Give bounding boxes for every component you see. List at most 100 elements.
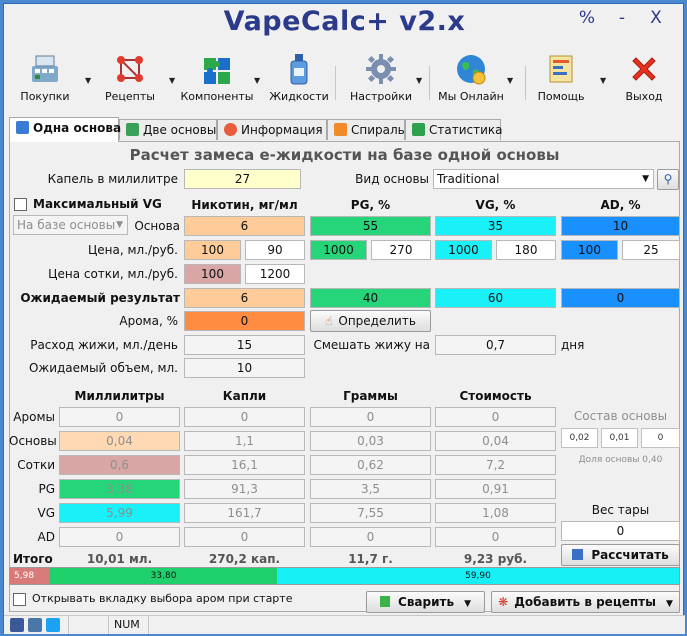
vg-price-rub-input[interactable]: 180 (496, 240, 556, 260)
chevron-down-icon[interactable]: ▼ (85, 76, 91, 85)
chevron-down-icon[interactable]: ▼ (507, 76, 513, 85)
page-heading: Расчет замеса е-жидкости на базе одной о… (129, 146, 560, 164)
lifebuoy-icon (224, 123, 237, 136)
brew-button[interactable]: Сварить ▼ (366, 591, 485, 613)
aroma-percent-input[interactable]: 0 (184, 311, 305, 331)
toolbar-purchases[interactable]: Покупки (13, 52, 77, 110)
total-grams: 11,7 г. (348, 552, 393, 566)
status-divider (108, 616, 109, 634)
result-ad-input[interactable]: 0 (561, 288, 680, 308)
drops-per-ml-label: Капель в милилитре (47, 172, 178, 186)
globe-icon (457, 55, 486, 85)
hundred-price-rub-input[interactable]: 1200 (245, 264, 305, 284)
base-nicotine-input[interactable]: 6 (184, 216, 305, 236)
result-pg-input[interactable]: 40 (310, 288, 431, 308)
table-row-label: AD (37, 530, 55, 544)
col-milliliters: Миллилитры (74, 389, 165, 403)
composition-value: 0,02 (561, 428, 598, 448)
table-cell: 0,03 (310, 431, 431, 451)
base-mode-select[interactable]: На базе основы ▼ (13, 215, 128, 235)
chevron-down-icon: ▼ (116, 220, 123, 230)
tab-information[interactable]: Информация (217, 119, 327, 140)
consumption-input[interactable]: 15 (184, 335, 305, 355)
col-grams: Граммы (343, 389, 398, 403)
table-cell: 0 (184, 527, 305, 547)
toolbar-liquids[interactable]: Жидкости (267, 52, 331, 110)
hundred-price-ml-input[interactable]: 100 (184, 264, 241, 284)
price-row-label: Цена, мл./руб. (87, 243, 178, 257)
result-vg-input[interactable]: 60 (435, 288, 556, 308)
drops-per-ml-input[interactable]: 27 (184, 169, 301, 189)
help-book-icon (549, 55, 573, 83)
table-row-label: Аромы (13, 410, 55, 424)
toolbar-help[interactable]: Помощь (529, 52, 593, 110)
chevron-down-icon: ▼ (665, 599, 673, 609)
vg-price-ml-input[interactable]: 1000 (435, 240, 492, 260)
nicotine-price-ml-input[interactable]: 100 (184, 240, 241, 260)
toolbar-components[interactable]: Компоненты (179, 52, 255, 110)
toolbar-separator (525, 66, 526, 100)
search-icon: ⚲ (663, 172, 673, 186)
base-vg-input[interactable]: 35 (435, 216, 556, 236)
ad-price-ml-input[interactable]: 100 (561, 240, 618, 260)
chevron-down-icon[interactable]: ▼ (416, 76, 422, 85)
chevron-down-icon[interactable]: ▼ (600, 76, 606, 85)
max-vg-label: Максимальный VG (33, 197, 162, 211)
base-composition-label: Состав основы (573, 409, 668, 423)
table-cell: 7,2 (435, 455, 556, 475)
toolbar-recipes[interactable]: Рецепты (98, 52, 162, 110)
result-nicotine-input[interactable]: 6 (184, 288, 305, 308)
facebook-icon[interactable] (10, 618, 24, 632)
max-vg-checkbox[interactable] (14, 198, 27, 211)
num-lock-indicator: NUM (114, 618, 140, 631)
base-pg-input[interactable]: 55 (310, 216, 431, 236)
toolbar-exit[interactable]: Выход (612, 52, 676, 110)
volume-input[interactable]: 10 (184, 358, 305, 378)
vk-icon[interactable] (28, 618, 42, 632)
table-cell: 5,99 (59, 503, 180, 523)
exit-x-icon (632, 57, 656, 81)
ad-price-rub-input[interactable]: 25 (622, 240, 680, 260)
close-button[interactable]: X (644, 8, 668, 28)
mix-for-label: Смешать жижу на (313, 338, 430, 352)
chevron-down-icon: ▼ (642, 174, 649, 184)
tab-one-base[interactable]: Одна основа (9, 117, 121, 142)
minimize-button[interactable]: - (610, 8, 634, 28)
composition-value: 0 (641, 428, 680, 448)
tab-coil[interactable]: Спираль (327, 119, 405, 140)
cup-icon (380, 596, 391, 607)
table-cell: 0,04 (435, 431, 556, 451)
cash-register-icon (32, 55, 58, 82)
table-cell: 16,1 (184, 455, 305, 475)
toolbar-online[interactable]: Мы Онлайн (434, 52, 508, 110)
open-aroma-tab-checkbox[interactable] (13, 593, 26, 606)
add-to-recipes-button[interactable]: ❋ Добавить в рецепты ▼ (491, 591, 680, 613)
detect-button[interactable]: ☝ Определить (310, 310, 431, 332)
tab-two-bases[interactable]: Две основы (119, 119, 217, 140)
twitter-icon[interactable] (46, 618, 60, 632)
tare-weight-input[interactable]: 0 (561, 521, 680, 541)
calculate-button[interactable]: Рассчитать (561, 544, 680, 566)
chevron-down-icon[interactable]: ▼ (254, 76, 260, 85)
search-button[interactable]: ⚲ (657, 169, 679, 190)
base-row-label: Основа (134, 219, 180, 233)
toolbar-settings[interactable]: Настройки (344, 52, 418, 110)
base-ad-input[interactable]: 10 (561, 216, 680, 236)
nicotine-price-rub-input[interactable]: 90 (245, 240, 305, 260)
table-cell: 0 (59, 527, 180, 547)
table-cell: 7,55 (310, 503, 431, 523)
status-divider (148, 616, 149, 634)
table-cell: 3,5 (310, 479, 431, 499)
composition-progress-bar: 5,98 33,80 59,90 (9, 567, 680, 585)
maximize-button[interactable]: % (575, 8, 599, 28)
pg-price-ml-input[interactable]: 1000 (310, 240, 367, 260)
total-cost: 9,23 руб. (463, 552, 528, 566)
tab-statistics[interactable]: Статистика (405, 119, 503, 140)
pg-price-rub-input[interactable]: 270 (371, 240, 431, 260)
table-row-label: Основы (9, 434, 57, 448)
flask-pair-icon (126, 123, 139, 136)
base-type-select[interactable]: Traditional ▼ (433, 169, 654, 189)
col-cost: Стоимость (459, 389, 532, 403)
consumption-label: Расход жижи, мл./день (30, 338, 178, 352)
chevron-down-icon[interactable]: ▼ (169, 76, 175, 85)
